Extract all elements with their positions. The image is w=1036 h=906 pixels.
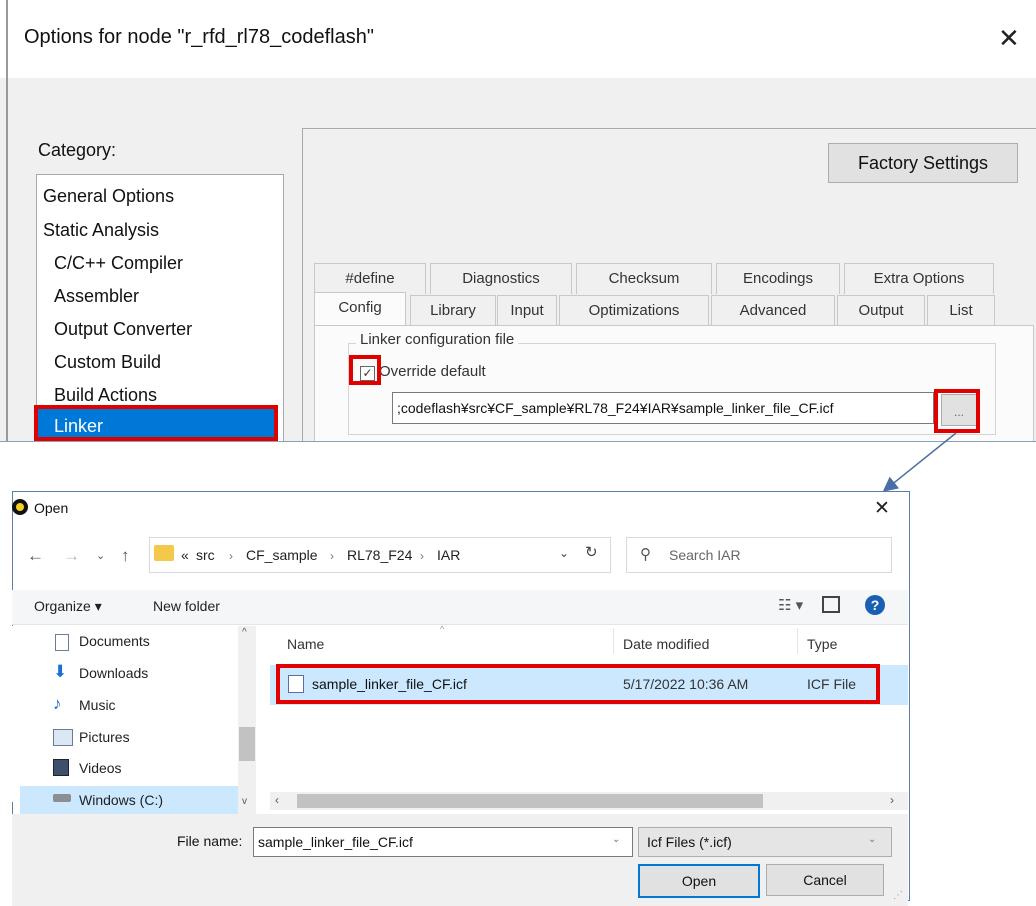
category-compiler[interactable]: C/C++ Compiler bbox=[54, 253, 183, 274]
nav-item-windows-c[interactable]: Windows (C:) bbox=[79, 792, 163, 808]
override-default-checkbox[interactable]: ✓ bbox=[360, 366, 375, 381]
close-icon[interactable]: ✕ bbox=[874, 497, 890, 520]
column-separator bbox=[613, 628, 614, 654]
music-icon: ♪ bbox=[53, 694, 62, 713]
tab-library[interactable]: Library bbox=[410, 295, 496, 327]
open-dialog-title: Open bbox=[34, 500, 69, 516]
breadcrumb-separator: › bbox=[229, 549, 233, 563]
sort-indicator-icon: ^ bbox=[440, 624, 445, 634]
nav-item-downloads[interactable]: Downloads bbox=[79, 665, 148, 681]
column-date-modified[interactable]: Date modified bbox=[623, 636, 709, 652]
cancel-button[interactable]: Cancel bbox=[766, 864, 884, 896]
breadcrumb-separator: › bbox=[420, 549, 424, 563]
category-general-options[interactable]: General Options bbox=[43, 186, 174, 207]
file-type: ICF File bbox=[807, 676, 856, 692]
linker-config-group-label: Linker configuration file bbox=[356, 331, 519, 348]
file-list-scrollbar-thumb[interactable] bbox=[297, 794, 763, 808]
change-view-icon[interactable]: ☷ ▾ bbox=[778, 596, 803, 614]
preview-pane-icon[interactable] bbox=[822, 596, 840, 613]
recent-locations-icon[interactable]: ⌄ bbox=[96, 549, 105, 562]
search-input[interactable] bbox=[626, 537, 892, 573]
breadcrumb-overflow[interactable]: « bbox=[181, 547, 189, 563]
documents-icon bbox=[55, 634, 69, 651]
column-separator bbox=[797, 628, 798, 654]
forward-arrow-icon[interactable]: → bbox=[63, 546, 80, 566]
tab-config[interactable]: Config bbox=[314, 292, 406, 327]
folder-icon bbox=[154, 545, 174, 561]
tab-encodings[interactable]: Encodings bbox=[716, 263, 840, 294]
close-icon[interactable]: ✕ bbox=[998, 24, 1020, 52]
override-default-label[interactable]: Override default bbox=[379, 363, 486, 380]
chevron-down-icon[interactable]: ⌄ bbox=[612, 834, 620, 845]
options-dialog-title: Options for node "r_rfd_rl78_codeflash" bbox=[24, 26, 374, 48]
tab-optimizations[interactable]: Optimizations bbox=[559, 295, 709, 327]
breadcrumb-separator: › bbox=[330, 549, 334, 563]
category-label: Category: bbox=[38, 140, 117, 160]
breadcrumb-src[interactable]: src bbox=[196, 547, 215, 563]
factory-settings-button[interactable]: Factory Settings bbox=[828, 143, 1018, 183]
icf-file-icon bbox=[288, 675, 304, 693]
column-name[interactable]: Name bbox=[287, 636, 324, 652]
tab-list[interactable]: List bbox=[927, 295, 995, 327]
linker-config-path-input[interactable]: ;codeflash¥src¥CF_sample¥RL78_F24¥IAR¥sa… bbox=[392, 392, 934, 424]
nav-item-music[interactable]: Music bbox=[79, 697, 116, 713]
navigation-pane bbox=[12, 626, 258, 802]
downloads-icon: ⬇ bbox=[53, 662, 68, 681]
file-name-input[interactable]: sample_linker_file_CF.icf bbox=[253, 827, 633, 857]
breadcrumb-rl78-f24[interactable]: RL78_F24 bbox=[347, 547, 412, 563]
chevron-down-icon[interactable]: ⌄ bbox=[868, 834, 876, 845]
category-output-converter[interactable]: Output Converter bbox=[54, 319, 192, 340]
tab-extra-options[interactable]: Extra Options bbox=[844, 263, 994, 294]
search-placeholder[interactable]: Search IAR bbox=[669, 547, 741, 563]
new-folder-button[interactable]: New folder bbox=[153, 598, 220, 614]
help-icon[interactable]: ? bbox=[865, 595, 885, 615]
nav-item-documents[interactable]: Documents bbox=[79, 633, 150, 649]
up-arrow-icon[interactable]: ↑ bbox=[121, 546, 130, 566]
file-date-modified: 5/17/2022 10:36 AM bbox=[623, 676, 749, 692]
dialog-toolbar bbox=[12, 590, 908, 625]
tab-output[interactable]: Output bbox=[837, 295, 925, 327]
tab-define[interactable]: #define bbox=[314, 263, 426, 294]
scroll-right-icon[interactable]: › bbox=[890, 793, 894, 807]
category-assembler[interactable]: Assembler bbox=[54, 286, 139, 307]
category-build-actions[interactable]: Build Actions bbox=[54, 385, 157, 406]
breadcrumb-iar[interactable]: IAR bbox=[437, 547, 460, 563]
file-type-filter-select[interactable]: Icf Files (*.icf) bbox=[638, 827, 892, 857]
nav-item-videos[interactable]: Videos bbox=[79, 760, 122, 776]
open-button[interactable]: Open bbox=[638, 864, 760, 898]
browse-button[interactable]: ... bbox=[941, 394, 977, 426]
tab-input[interactable]: Input bbox=[497, 295, 557, 327]
chevron-down-icon[interactable]: ⌄ bbox=[559, 546, 569, 560]
nav-scrollbar-thumb[interactable] bbox=[239, 727, 255, 761]
breadcrumb-cf-sample[interactable]: CF_sample bbox=[246, 547, 318, 563]
pictures-icon bbox=[53, 729, 73, 746]
scroll-up-icon[interactable]: ^ bbox=[242, 627, 247, 638]
options-dialog: Options for node "r_rfd_rl78_codeflash" … bbox=[0, 0, 1036, 442]
scroll-left-icon[interactable]: ‹ bbox=[275, 793, 279, 807]
scroll-down-icon[interactable]: v bbox=[242, 796, 247, 807]
refresh-icon[interactable]: ↻ bbox=[585, 543, 598, 561]
nav-item-pictures[interactable]: Pictures bbox=[79, 729, 130, 745]
tab-diagnostics[interactable]: Diagnostics bbox=[430, 263, 572, 294]
app-logo-inner bbox=[16, 503, 24, 511]
tab-advanced[interactable]: Advanced bbox=[711, 295, 835, 327]
tab-checksum[interactable]: Checksum bbox=[576, 263, 712, 294]
category-static-analysis[interactable]: Static Analysis bbox=[43, 220, 159, 241]
category-custom-build[interactable]: Custom Build bbox=[54, 352, 161, 373]
nav-scrollbar[interactable] bbox=[238, 626, 256, 814]
organize-button[interactable]: Organize ▾ bbox=[34, 598, 102, 615]
window-edge bbox=[6, 0, 8, 441]
back-arrow-icon[interactable]: ← bbox=[27, 546, 44, 566]
resize-grip-icon[interactable]: ⋰ bbox=[893, 890, 903, 901]
category-linker[interactable]: Linker bbox=[54, 416, 103, 437]
videos-icon bbox=[53, 759, 69, 776]
file-name-label: File name: bbox=[177, 833, 243, 849]
search-icon: ⚲ bbox=[640, 546, 651, 563]
column-type[interactable]: Type bbox=[807, 636, 837, 652]
file-name[interactable]: sample_linker_file_CF.icf bbox=[312, 676, 467, 692]
drive-icon bbox=[53, 794, 71, 802]
